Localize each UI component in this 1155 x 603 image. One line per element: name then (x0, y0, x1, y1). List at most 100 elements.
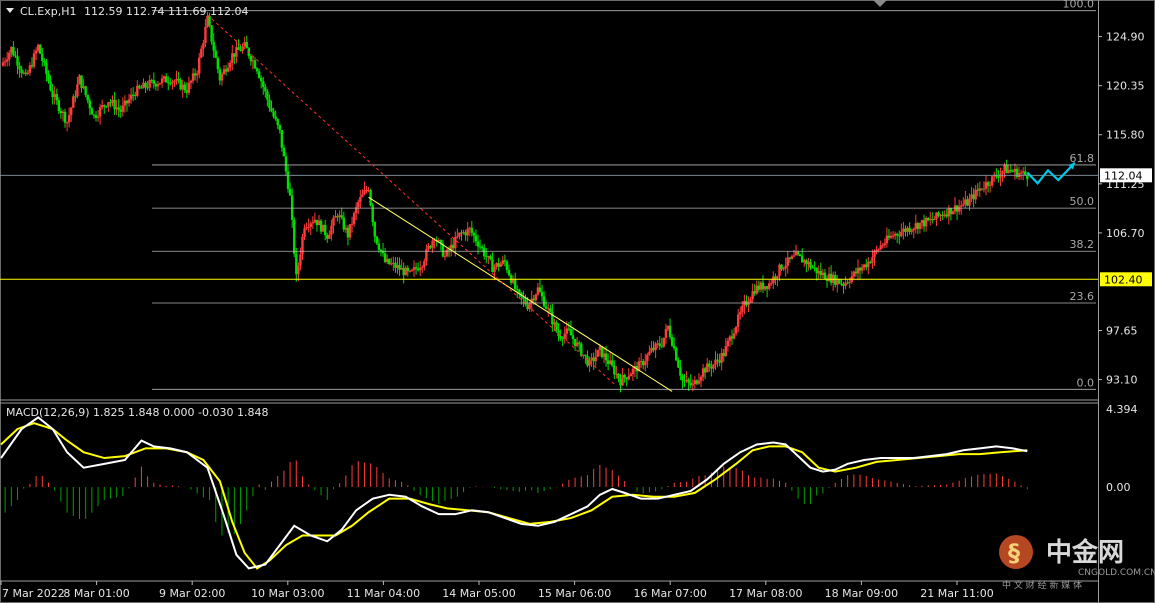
candle (154, 82, 158, 91)
time-tick-label: 10 Mar 03:00 (251, 587, 324, 600)
watermark-url: CNGOLD.COM.CN (1078, 568, 1155, 578)
candle (235, 39, 238, 64)
candle-body (290, 195, 294, 220)
time-tick-label: 8 Mar 01:00 (63, 587, 129, 600)
candle-body (229, 62, 232, 68)
candle (627, 368, 630, 381)
candle (778, 263, 781, 282)
candle (61, 109, 65, 122)
candle-body (1015, 168, 1019, 178)
chart-shift-marker-icon[interactable] (873, 0, 887, 7)
price-chart-canvas: 100.061.850.038.223.60.0 124.90120.35115… (0, 0, 1155, 603)
candle-body (195, 73, 199, 76)
candle (319, 219, 323, 235)
candle-body (912, 228, 915, 231)
main-price-plot[interactable] (0, 11, 1098, 393)
candle-body (485, 256, 488, 258)
candle (633, 361, 637, 378)
candle (757, 280, 761, 293)
candle (416, 262, 420, 272)
candle-body (493, 266, 496, 273)
candle (513, 272, 517, 292)
candle (278, 124, 281, 134)
candle (49, 75, 52, 92)
candle (1021, 167, 1025, 181)
candle-body (693, 380, 697, 385)
macd-tick-label: 0.00 (1106, 481, 1131, 494)
candle (452, 238, 455, 251)
candle-body (266, 91, 269, 100)
candle-body (262, 81, 265, 88)
candle-body (852, 271, 856, 277)
candle (881, 243, 884, 249)
candle (185, 82, 189, 99)
candle-body (181, 84, 184, 90)
candle (121, 97, 125, 117)
candle-body (660, 345, 663, 347)
macd-indicator-plot[interactable] (0, 416, 1028, 570)
candle (871, 249, 874, 269)
axes: 124.90120.35115.80111.25106.70102.4097.6… (0, 31, 1152, 600)
candle-body (1011, 170, 1015, 172)
candle (421, 265, 424, 274)
candle-body (1005, 164, 1008, 174)
candle-body (970, 194, 973, 199)
candle-body (326, 235, 329, 239)
candle (902, 221, 905, 240)
candle-body (611, 360, 614, 366)
candle (629, 372, 633, 377)
candle-body (152, 80, 156, 84)
candle-body (881, 245, 884, 247)
candle (119, 105, 122, 118)
candle (74, 90, 77, 103)
descending-channel[interactable] (207, 14, 673, 392)
candle (53, 86, 56, 105)
candle (224, 64, 228, 76)
candle-body (931, 219, 934, 221)
candle (96, 110, 100, 122)
candle-body (495, 263, 498, 267)
candle (402, 262, 405, 284)
candle (794, 244, 798, 256)
candle-body (999, 174, 1002, 178)
candle-body (718, 360, 721, 363)
candle-body (280, 130, 284, 148)
candle-body (873, 251, 876, 258)
menu-triangle-icon[interactable] (6, 8, 14, 13)
candle (639, 353, 643, 368)
candle-body (452, 244, 455, 249)
candle (274, 110, 277, 121)
candle (1013, 163, 1017, 180)
candle-body (251, 60, 255, 62)
candle (939, 213, 942, 222)
candle-body (57, 100, 61, 112)
candle-body (536, 287, 540, 295)
candle (904, 225, 907, 237)
fibonacci-retracement[interactable]: 100.061.850.038.223.60.0 (152, 0, 1096, 390)
candle (8, 50, 11, 67)
candle-body (119, 109, 122, 112)
candle (716, 353, 719, 368)
candle-body (571, 335, 575, 339)
candle-body (187, 82, 191, 93)
candle (850, 271, 853, 285)
candle (664, 323, 668, 344)
candle-body (860, 267, 864, 271)
candle-body (96, 116, 100, 118)
channel-upper-line[interactable] (368, 196, 673, 392)
channel-lower-line[interactable] (207, 14, 617, 387)
candle (491, 252, 494, 273)
candle (179, 77, 182, 91)
candle (596, 349, 599, 358)
candle-body (817, 270, 820, 274)
candle (978, 181, 982, 197)
candle (270, 100, 273, 113)
candle-body (947, 208, 951, 217)
candle (41, 47, 44, 67)
candle (922, 214, 926, 232)
candle-body (274, 116, 277, 120)
candle (499, 261, 502, 268)
candle (152, 72, 156, 89)
candle-body (679, 367, 682, 376)
candle (505, 259, 509, 274)
